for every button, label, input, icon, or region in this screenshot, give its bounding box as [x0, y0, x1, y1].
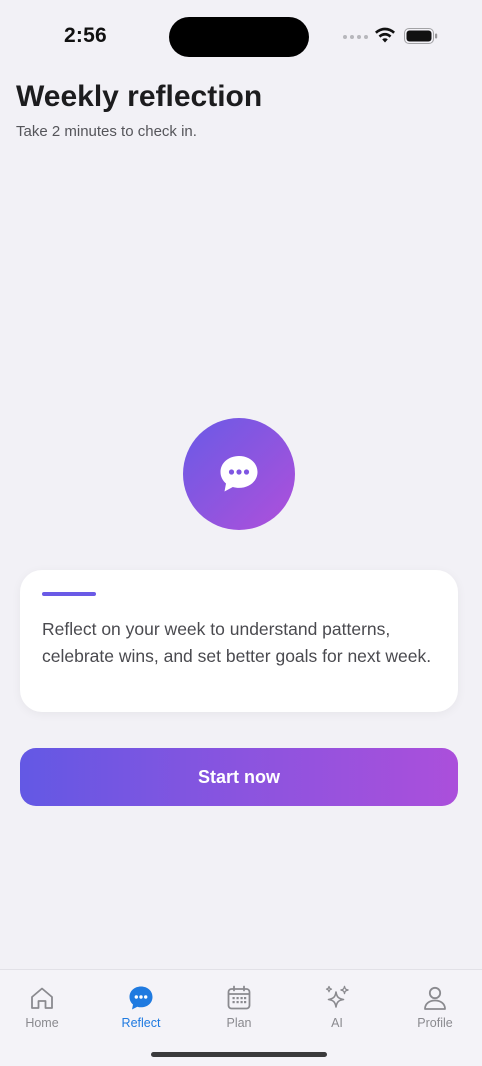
home-indicator[interactable]: [151, 1052, 327, 1057]
status-time: 2:56: [64, 24, 107, 47]
sparkles-icon: [325, 985, 349, 1008]
wifi-icon: [375, 27, 395, 43]
tab-ai[interactable]: AI: [297, 984, 377, 1030]
start-now-button[interactable]: Start now: [20, 748, 458, 806]
tab-home-label: Home: [25, 1016, 59, 1030]
home-icon: [31, 987, 53, 1009]
page-title: Weekly reflection: [16, 80, 263, 113]
tab-reflect[interactable]: Reflect: [101, 984, 181, 1030]
page-subtitle: Take 2 minutes to check in.: [16, 123, 197, 140]
status-bar: 2:56: [0, 0, 482, 76]
tab-home[interactable]: Home: [2, 984, 82, 1030]
cellular-signal-icon: [343, 35, 368, 39]
dynamic-island: [169, 17, 309, 57]
hero-chat-badge: [183, 418, 295, 530]
screen: 2:56 Weekly reflection Take 2 minutes to…: [0, 0, 482, 1066]
tab-reflect-label: Reflect: [121, 1016, 161, 1030]
card-description: Reflect on your week to understand patte…: [42, 619, 432, 666]
person-icon: [424, 986, 446, 1010]
calendar-icon: [227, 985, 251, 1010]
chat-bubble-ellipsis-icon: [220, 456, 258, 492]
info-card: Reflect on your week to understand patte…: [20, 570, 458, 712]
tab-ai-label: AI: [331, 1016, 343, 1030]
card-accent-bar: [42, 592, 96, 596]
chat-bubble-icon: [129, 986, 153, 1010]
tab-profile-label: Profile: [417, 1016, 453, 1030]
tab-plan-label: Plan: [226, 1016, 252, 1030]
battery-icon: [404, 28, 438, 44]
tab-profile[interactable]: Profile: [395, 984, 475, 1030]
tab-plan[interactable]: Plan: [199, 984, 279, 1030]
